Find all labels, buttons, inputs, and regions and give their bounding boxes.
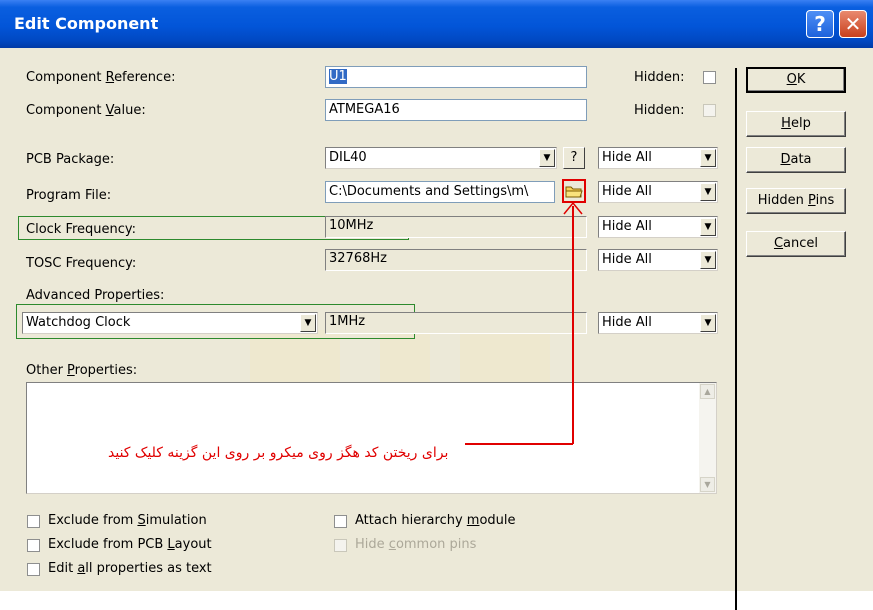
pcb-package-label: PCB Package:: [26, 152, 115, 167]
program-file-label: Program File:: [26, 188, 112, 203]
data-button[interactable]: Data: [746, 147, 846, 173]
tosc-frequency-visibility-select[interactable]: Hide All ▼: [598, 249, 718, 271]
annotation-arrow-line: [572, 206, 574, 444]
reference-hidden-checkbox[interactable]: [703, 71, 716, 84]
value-hidden-checkbox[interactable]: [703, 104, 716, 117]
attach-hierarchy-checkbox[interactable]: [334, 515, 347, 528]
advanced-property-value: Watchdog Clock: [26, 315, 131, 330]
pcb-package-visibility-select[interactable]: Hide All ▼: [598, 147, 718, 169]
window-title: Edit Component: [14, 14, 159, 33]
button-column-divider: [735, 68, 737, 610]
hide-common-pins-checkbox[interactable]: [334, 539, 347, 552]
edit-all-properties-checkbox[interactable]: [27, 563, 40, 576]
pcb-package-help-button[interactable]: ?: [563, 147, 585, 169]
help-title-button[interactable]: ?: [806, 10, 834, 38]
chevron-down-icon[interactable]: ▼: [700, 314, 716, 332]
tosc-frequency-label: TOSC Frequency:: [26, 256, 137, 271]
pcb-package-value: DIL40: [329, 150, 367, 165]
reference-hidden-label: Hidden:: [634, 70, 685, 85]
tosc-frequency-visibility-value: Hide All: [602, 252, 652, 267]
annotation-underline: [465, 443, 573, 445]
cancel-button[interactable]: Cancel: [746, 231, 846, 257]
component-reference-input[interactable]: U1: [325, 66, 587, 88]
chevron-down-icon[interactable]: ▼: [700, 218, 716, 236]
chevron-down-icon[interactable]: ▼: [700, 149, 716, 167]
chevron-down-icon[interactable]: ▼: [700, 251, 716, 269]
advanced-property-visibility-select[interactable]: Hide All ▼: [598, 312, 718, 334]
program-file-visibility-select[interactable]: Hide All ▼: [598, 181, 718, 203]
component-value-label: Component Value:: [26, 103, 146, 118]
scroll-down-icon[interactable]: ▼: [700, 477, 715, 492]
annotation-arrow-head-icon: [563, 201, 583, 215]
clock-frequency-visibility-value: Hide All: [602, 219, 652, 234]
advanced-properties-label: Advanced Properties:: [26, 288, 165, 303]
exclude-simulation-checkbox[interactable]: [27, 515, 40, 528]
annotation-note: برای ریختن کد هگز روی میکرو بر روی این گ…: [108, 445, 449, 461]
pcb-package-select[interactable]: DIL40 ▼: [325, 147, 557, 169]
program-file-input[interactable]: C:\Documents and Settings\m\: [325, 181, 555, 203]
value-hidden-label: Hidden:: [634, 103, 685, 118]
chevron-down-icon[interactable]: ▼: [300, 314, 316, 332]
pcb-package-visibility-value: Hide All: [602, 150, 652, 165]
tosc-frequency-input[interactable]: 32768Hz: [325, 249, 587, 271]
hidden-pins-button[interactable]: Hidden Pins: [746, 188, 846, 214]
title-bar[interactable]: Edit Component ? ✕: [0, 0, 873, 48]
textarea-scrollbar[interactable]: ▲ ▼: [699, 383, 716, 493]
advanced-property-select[interactable]: Watchdog Clock ▼: [22, 312, 318, 334]
help-button[interactable]: Help: [746, 111, 846, 137]
exclude-pcb-layout-label: Exclude from PCB Layout: [48, 537, 212, 552]
edit-all-properties-label: Edit all properties as text: [48, 561, 212, 576]
chevron-down-icon[interactable]: ▼: [700, 183, 716, 201]
advanced-property-visibility-value: Hide All: [602, 315, 652, 330]
hide-common-pins-label: Hide common pins: [355, 537, 477, 552]
clock-frequency-label: Clock Frequency:: [26, 222, 137, 237]
other-properties-textarea[interactable]: ▲ ▼: [26, 382, 717, 494]
folder-icon: [565, 186, 583, 198]
component-reference-label: Component Reference:: [26, 70, 176, 85]
chevron-down-icon[interactable]: ▼: [539, 149, 555, 167]
program-file-visibility-value: Hide All: [602, 184, 652, 199]
advanced-property-value-input[interactable]: 1MHz: [325, 312, 587, 334]
attach-hierarchy-label: Attach hierarchy module: [355, 513, 516, 528]
clock-frequency-input[interactable]: 10MHz: [325, 216, 587, 238]
close-button[interactable]: ✕: [839, 10, 867, 38]
ok-button[interactable]: OK: [746, 67, 846, 93]
component-value-input[interactable]: ATMEGA16: [325, 99, 587, 121]
scroll-up-icon[interactable]: ▲: [700, 384, 715, 399]
clock-frequency-visibility-select[interactable]: Hide All ▼: [598, 216, 718, 238]
exclude-pcb-layout-checkbox[interactable]: [27, 539, 40, 552]
exclude-simulation-label: Exclude from Simulation: [48, 513, 207, 528]
edit-component-dialog: Edit Component ? ✕ Component Reference: …: [0, 0, 873, 610]
other-properties-label: Other Properties:: [26, 363, 138, 378]
